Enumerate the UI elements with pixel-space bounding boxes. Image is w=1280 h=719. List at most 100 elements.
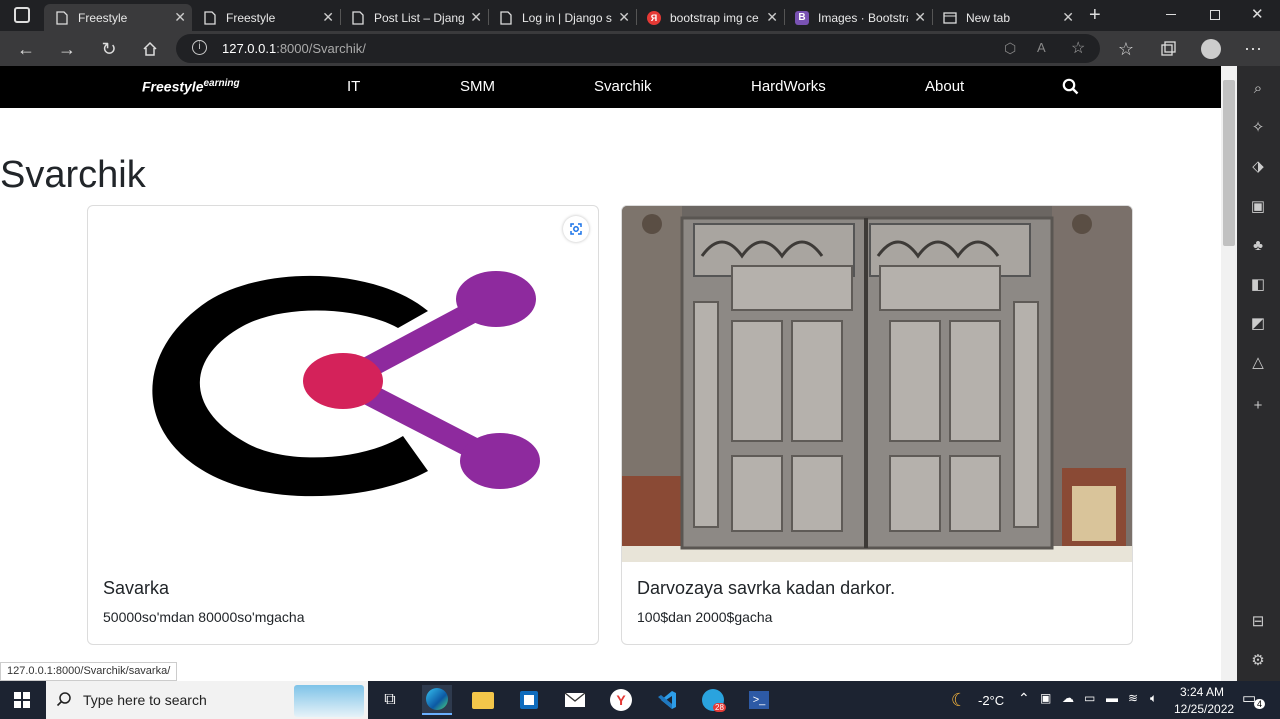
close-tab-icon[interactable]: ✕ xyxy=(766,9,778,26)
tab-freestyle-active[interactable]: Freestyle ✕ xyxy=(44,4,192,31)
battery-icon[interactable]: ▬ xyxy=(1106,691,1118,705)
weather-temp[interactable]: -2°C xyxy=(978,693,1004,708)
page-icon xyxy=(498,10,514,26)
hide-sidebar-icon[interactable]: ⊟ xyxy=(1248,611,1268,631)
page-viewport: Freestyleearning IT SMM Svarchik HardWor… xyxy=(0,66,1221,681)
outlook-icon[interactable]: ◩ xyxy=(1248,313,1268,333)
clock-time[interactable]: 3:24 AM xyxy=(1180,685,1224,699)
brand-logo[interactable]: Freestyleearning xyxy=(142,78,240,95)
close-tab-icon[interactable]: ✕ xyxy=(322,9,334,26)
visual-search-icon[interactable] xyxy=(563,216,589,242)
weather-moon-icon[interactable]: ☾ xyxy=(944,685,974,715)
clock-date[interactable]: 12/25/2022 xyxy=(1174,702,1234,716)
browser-toolbar: ← → ↻ i 127.0.0.1:8000/Svarchik/ ⬡ A ☆ ☆… xyxy=(0,31,1280,66)
page-icon xyxy=(54,10,70,26)
onedrive-icon[interactable]: ☁ xyxy=(1062,691,1074,705)
card-title[interactable]: Savarka xyxy=(103,578,169,599)
search-icon[interactable] xyxy=(1062,78,1079,100)
games-icon[interactable]: ♣ xyxy=(1248,235,1268,255)
page-icon xyxy=(202,10,218,26)
forward-button[interactable]: → xyxy=(55,37,79,61)
display-icon[interactable]: ▭ xyxy=(1084,691,1095,705)
card-darvoza[interactable]: Darvozaya savrka kadan darkor. 100$dan 2… xyxy=(621,205,1133,645)
discover-icon[interactable]: ✧ xyxy=(1248,117,1268,137)
tray-chevron-icon[interactable]: ⌃ xyxy=(1018,690,1030,707)
yandex-browser-icon[interactable]: Y xyxy=(606,685,636,715)
windows-taskbar: Type here to search ⧉ Y 28 >_ ☾ -2°C ⌃ ▣… xyxy=(0,681,1280,719)
tab-title: Freestyle xyxy=(226,10,276,25)
volume-icon[interactable]: 🔈︎ xyxy=(1150,691,1157,706)
scrollbar-thumb[interactable] xyxy=(1223,80,1235,246)
close-tab-icon[interactable]: ✕ xyxy=(618,9,630,26)
store-icon[interactable] xyxy=(514,685,544,715)
tab-actions-icon[interactable] xyxy=(14,7,30,23)
windows-start-icon[interactable] xyxy=(7,685,37,715)
tag-icon[interactable]: ⬡ xyxy=(1004,40,1016,57)
settings-gear-icon[interactable]: ⚙ xyxy=(1248,650,1268,670)
search-placeholder: Type here to search xyxy=(83,692,207,708)
favorites-icon[interactable]: ☆ xyxy=(1114,37,1138,61)
close-tab-icon[interactable]: ✕ xyxy=(470,9,482,26)
site-navbar: Freestyleearning IT SMM Svarchik HardWor… xyxy=(0,66,1221,108)
tab-title: Log in | Django si xyxy=(522,10,612,25)
close-window-button[interactable]: ✕ xyxy=(1251,5,1264,23)
yandex-icon: Я xyxy=(646,10,662,26)
profile-avatar[interactable] xyxy=(1199,37,1223,61)
tab-bootstrap-img[interactable]: Я bootstrap img ce ✕ xyxy=(636,4,784,31)
url-host: 127.0.0.1 xyxy=(222,41,277,56)
nav-link-svarchik[interactable]: Svarchik xyxy=(594,78,652,95)
search-icon xyxy=(56,691,72,712)
file-explorer-icon[interactable] xyxy=(468,685,498,715)
back-button[interactable]: ← xyxy=(14,37,38,61)
card-savarka[interactable]: Savarka 50000so'mdan 80000so'mgacha xyxy=(87,205,599,645)
page-icon xyxy=(350,10,366,26)
close-tab-icon[interactable]: ✕ xyxy=(1062,9,1074,26)
tab-title: Images · Bootstra xyxy=(818,10,908,25)
tray-app-icon[interactable]: ▣ xyxy=(1040,691,1051,705)
tab-title: Post List – Django xyxy=(374,10,464,25)
restore-button[interactable] xyxy=(1210,10,1220,20)
task-view-icon[interactable]: ⧉ xyxy=(375,685,405,715)
collections-icon[interactable] xyxy=(1156,37,1180,61)
tab-post-list[interactable]: Post List – Django ✕ xyxy=(340,4,488,31)
edge-sidebar: ⌕ ✧ ⬗ ▣ ♣ ◧ ◩ △ + ⊟ ⚙ xyxy=(1237,66,1280,681)
card-title[interactable]: Darvozaya savrka kadan darkor. xyxy=(637,578,895,599)
close-tab-icon[interactable]: ✕ xyxy=(174,9,186,26)
shopping-tag-icon[interactable]: ⬗ xyxy=(1248,156,1268,176)
wifi-icon[interactable]: ≋ xyxy=(1128,691,1138,705)
home-button[interactable] xyxy=(138,37,162,61)
mail-icon[interactable] xyxy=(560,685,590,715)
taskbar-search[interactable]: Type here to search xyxy=(46,681,368,719)
nav-link-it[interactable]: IT xyxy=(347,78,360,95)
edge-taskbar-icon[interactable] xyxy=(422,685,452,715)
notification-icon[interactable]: △ xyxy=(1248,352,1268,372)
page-title: Svarchik xyxy=(0,154,146,196)
tools-icon[interactable]: ▣ xyxy=(1248,196,1268,216)
powershell-icon[interactable]: >_ xyxy=(744,685,774,715)
office-icon[interactable]: ◧ xyxy=(1248,274,1268,294)
add-favorite-icon[interactable]: ☆ xyxy=(1071,38,1085,58)
tab-django-login[interactable]: Log in | Django si ✕ xyxy=(488,4,636,31)
search-highlight-image xyxy=(294,685,364,717)
refresh-button[interactable]: ↻ xyxy=(97,37,121,61)
vscode-icon[interactable] xyxy=(652,685,682,715)
close-tab-icon[interactable]: ✕ xyxy=(914,9,926,26)
tab-bootstrap-images[interactable]: B Images · Bootstra ✕ xyxy=(784,4,932,31)
read-aloud-icon[interactable]: A xyxy=(1037,40,1046,55)
tab-new-tab[interactable]: New tab ✕ xyxy=(932,4,1080,31)
more-menu-icon[interactable]: ⋯ xyxy=(1241,37,1265,61)
nav-link-about[interactable]: About xyxy=(925,78,964,95)
nav-link-hardworks[interactable]: HardWorks xyxy=(751,78,826,95)
telegram-badge: 28 xyxy=(713,703,726,712)
url-text: 127.0.0.1:8000/Svarchik/ xyxy=(222,41,366,56)
search-icon[interactable]: ⌕ xyxy=(1248,78,1268,98)
address-bar[interactable]: i 127.0.0.1:8000/Svarchik/ ⬡ A ☆ xyxy=(176,34,1100,63)
info-icon[interactable]: i xyxy=(192,40,207,55)
minimize-button[interactable] xyxy=(1166,14,1176,15)
new-tab-button[interactable]: + xyxy=(1089,4,1101,27)
tab-freestyle[interactable]: Freestyle ✕ xyxy=(192,4,340,31)
nav-link-smm[interactable]: SMM xyxy=(460,78,495,95)
telegram-icon[interactable]: 28 xyxy=(698,685,728,715)
browser-tab-bar: Freestyle ✕ Freestyle ✕ Post List – Djan… xyxy=(0,0,1280,31)
add-icon[interactable]: + xyxy=(1248,395,1268,415)
